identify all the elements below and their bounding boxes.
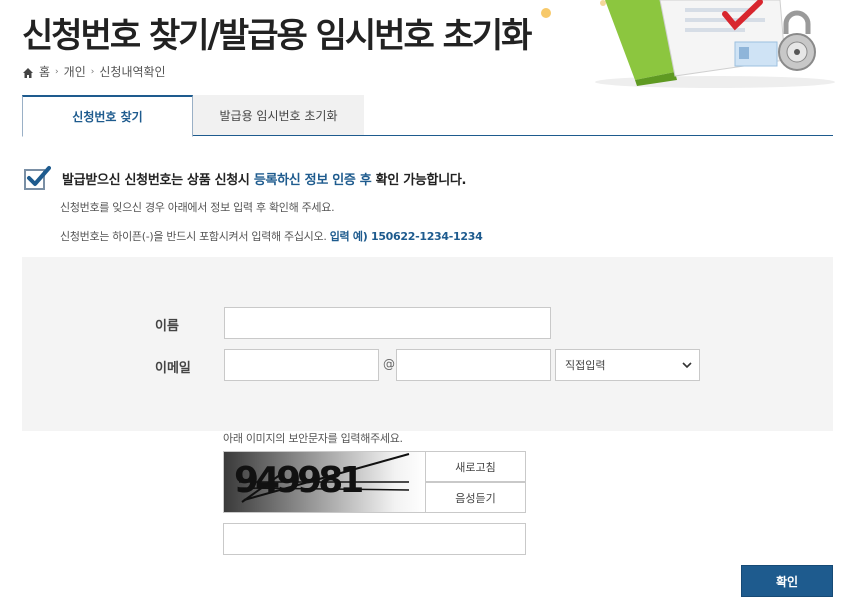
captcha-refresh-button[interactable]: 새로고침 xyxy=(425,451,526,482)
notice-text-part2: 확인 가능합니다. xyxy=(371,173,467,188)
captcha-input[interactable] xyxy=(223,523,526,555)
tab-bar: 신청번호 찾기 발급용 임시번호 초기화 xyxy=(22,95,833,137)
notice-message: 발급받으신 신청번호는 상품 신청시 등록하신 정보 인증 후 확인 가능합니다… xyxy=(62,169,466,188)
breadcrumb-home[interactable]: 홈 xyxy=(39,63,50,80)
chevron-down-icon xyxy=(682,362,692,369)
notice-instruction: 신청번호를 잊으신 경우 아래에서 정보 입력 후 확인해 주세요. xyxy=(60,201,335,214)
notice-format-hint: 신청번호는 하이픈(-)을 반드시 포함시켜서 입력해 주십시오. 입력 예) … xyxy=(60,228,483,244)
confirm-button[interactable]: 확인 xyxy=(741,565,833,597)
tab-reset-temporary-number[interactable]: 발급용 임시번호 초기화 xyxy=(193,95,364,136)
hero-illustration xyxy=(541,0,835,88)
format-hint-example: 입력 예) 150622-1234-1234 xyxy=(329,230,483,243)
captcha-audio-button[interactable]: 음성듣기 xyxy=(425,482,526,513)
breadcrumb-separator-icon: › xyxy=(90,66,95,77)
email-domain-select[interactable]: 직접입력 xyxy=(555,349,700,381)
email-label: 이메일 xyxy=(155,361,191,376)
padlock-icon xyxy=(786,8,787,9)
page-title: 신청번호 찾기/발급용 임시번호 초기화 xyxy=(22,16,532,56)
form-area xyxy=(22,257,833,431)
name-input[interactable] xyxy=(224,307,551,339)
email-domain-select-value: 직접입력 xyxy=(565,359,606,372)
notice-text-part1: 발급받으신 신청번호는 상품 신청시 xyxy=(62,173,254,188)
breadcrumb-personal[interactable]: 개인 xyxy=(64,63,86,80)
breadcrumb-current: 신청내역확인 xyxy=(99,65,166,79)
email-domain-input[interactable] xyxy=(396,349,551,381)
format-hint-text: 신청번호는 하이픈(-)을 반드시 포함시켜서 입력해 주십시오. xyxy=(60,230,330,243)
checkbox-checked-icon xyxy=(24,166,51,190)
captcha-code: 949981 xyxy=(234,460,364,501)
captcha-image: 949981 xyxy=(223,451,426,513)
breadcrumb: 홈 › 개인 › 신청내역확인 xyxy=(22,63,166,80)
tab-find-application-number[interactable]: 신청번호 찾기 xyxy=(22,95,193,137)
email-local-input[interactable] xyxy=(224,349,379,381)
home-icon[interactable] xyxy=(22,67,34,79)
email-at-sign: @ xyxy=(383,357,395,371)
name-label: 이름 xyxy=(155,319,179,334)
notice-highlight: 등록하신 정보 인증 후 xyxy=(253,173,372,188)
breadcrumb-separator-icon: › xyxy=(55,66,59,77)
captcha-hint: 아래 이미지의 보안문자를 입력해주세요. xyxy=(223,432,403,445)
